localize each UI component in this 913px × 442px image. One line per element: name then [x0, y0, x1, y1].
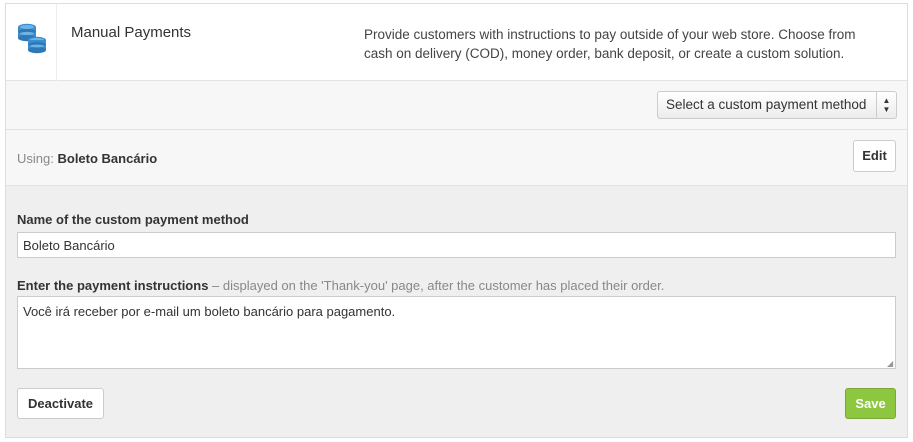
- select-value: Select a custom payment method: [666, 97, 867, 112]
- page-title: Manual Payments: [71, 24, 192, 41]
- instructions-field-label: Enter the payment instructions – display…: [17, 278, 664, 293]
- instructions-label-text: Enter the payment instructions: [17, 278, 209, 293]
- payment-header: Manual Payments Provide customers with i…: [6, 4, 907, 81]
- page-description: Provide customers with instructions to p…: [364, 27, 856, 61]
- select-arrows-icon: ▲ ▼: [876, 92, 896, 118]
- select-bar: Select a custom payment method ▲ ▼: [6, 81, 907, 130]
- payment-name-input[interactable]: [17, 232, 896, 258]
- instructions-hint: – displayed on the 'Thank-you' page, aft…: [208, 278, 665, 293]
- save-button[interactable]: Save: [845, 388, 896, 419]
- resize-handle-icon[interactable]: ◢: [887, 360, 895, 368]
- using-label: Using:: [17, 151, 54, 166]
- edit-button[interactable]: Edit: [853, 140, 896, 172]
- payment-form: Name of the custom payment method Enter …: [6, 186, 907, 437]
- using-status: Using: Boleto Bancário: [17, 151, 157, 166]
- using-bar: Using: Boleto Bancário Edit: [6, 130, 907, 186]
- icon-cell: [6, 4, 57, 81]
- deactivate-button[interactable]: Deactivate: [17, 388, 104, 419]
- coins-stack-icon: [18, 23, 46, 54]
- custom-payment-method-select[interactable]: Select a custom payment method ▲ ▼: [657, 91, 897, 119]
- name-field-label: Name of the custom payment method: [17, 212, 249, 227]
- manual-payments-panel: Manual Payments Provide customers with i…: [5, 3, 908, 438]
- payment-instructions-textarea[interactable]: Você irá receber por e-mail um boleto ba…: [17, 296, 896, 369]
- using-method-name: Boleto Bancário: [57, 151, 158, 166]
